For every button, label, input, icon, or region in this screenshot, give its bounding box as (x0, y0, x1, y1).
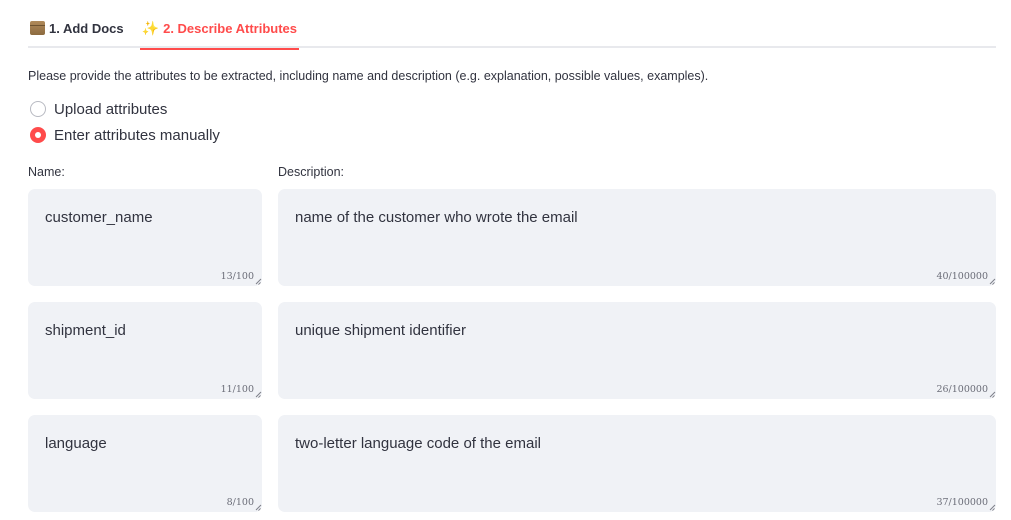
description-char-count: 37/100000 (936, 497, 988, 508)
name-textarea[interactable]: language 8/100 (28, 415, 262, 512)
radio-enter-manually-label: Enter attributes manually (54, 126, 220, 144)
resize-handle-icon[interactable] (989, 279, 995, 285)
box-icon (30, 21, 45, 35)
description-value: name of the customer who wrote the email (295, 209, 578, 226)
description-column-label: Description: (278, 165, 344, 179)
name-column-label: Name: (28, 165, 65, 179)
name-value: shipment_id (45, 322, 126, 339)
resize-handle-icon[interactable] (255, 279, 261, 285)
tab-add-docs-label: 1. Add Docs (49, 20, 124, 36)
tab-describe-attributes-label: 2. Describe Attributes (163, 20, 297, 36)
radio-circle-checked[interactable] (30, 127, 46, 143)
resize-handle-icon[interactable] (989, 392, 995, 398)
description-char-count: 26/100000 (936, 384, 988, 395)
description-textarea[interactable]: name of the customer who wrote the email… (278, 189, 996, 286)
intro-text: Please provide the attributes to be extr… (28, 69, 709, 83)
input-mode-radio-group: Upload attributes Enter attributes manua… (30, 96, 220, 148)
name-char-count: 11/100 (220, 384, 254, 395)
name-char-count: 8/100 (226, 497, 254, 508)
description-value: unique shipment identifier (295, 322, 466, 339)
description-textarea[interactable]: two-letter language code of the email 37… (278, 415, 996, 512)
tab-bar: 1. Add Docs ✨ 2. Describe Attributes (28, 8, 996, 50)
name-textarea[interactable]: customer_name 13/100 (28, 189, 262, 286)
description-textarea[interactable]: unique shipment identifier 26/100000 (278, 302, 996, 399)
name-value: language (45, 435, 107, 452)
description-value: two-letter language code of the email (295, 435, 541, 452)
radio-circle-unchecked[interactable] (30, 101, 46, 117)
radio-upload-attributes[interactable]: Upload attributes (30, 96, 220, 122)
radio-upload-attributes-label: Upload attributes (54, 100, 168, 118)
name-value: customer_name (45, 209, 153, 226)
name-textarea[interactable]: shipment_id 11/100 (28, 302, 262, 399)
attribute-editor-page: 1. Add Docs ✨ 2. Describe Attributes Ple… (0, 0, 1011, 520)
radio-enter-manually[interactable]: Enter attributes manually (30, 122, 220, 148)
tab-add-docs[interactable]: 1. Add Docs (28, 8, 126, 48)
resize-handle-icon[interactable] (989, 505, 995, 511)
name-char-count: 13/100 (220, 271, 254, 282)
tab-describe-attributes[interactable]: ✨ 2. Describe Attributes (139, 8, 300, 50)
description-char-count: 40/100000 (936, 271, 988, 282)
resize-handle-icon[interactable] (255, 392, 261, 398)
resize-handle-icon[interactable] (255, 505, 261, 511)
sparkles-icon: ✨ (141, 19, 160, 36)
